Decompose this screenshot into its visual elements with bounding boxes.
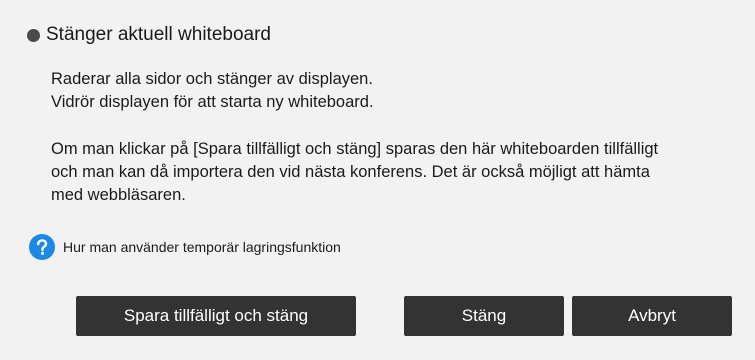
question-mark-icon[interactable] (29, 234, 55, 260)
help-link-label[interactable]: Hur man använder temporär lagringsfunkti… (63, 239, 341, 255)
description-paragraph-1: Raderar alla sidor och stänger av displa… (51, 68, 374, 114)
temporary-storage-help-link[interactable]: Hur man använder temporär lagringsfunkti… (29, 234, 341, 260)
dialog-title: Stänger aktuell whiteboard (46, 24, 271, 45)
description-line: och man kan då importera den vid nästa k… (51, 163, 650, 181)
save-temporarily-and-close-button[interactable]: Spara tillfälligt och stäng (76, 296, 356, 336)
description-paragraph-2: Om man klickar på [Spara tillfälligt och… (51, 138, 658, 207)
cancel-button[interactable]: Avbryt (572, 296, 732, 336)
close-button[interactable]: Stäng (404, 296, 564, 336)
close-whiteboard-dialog: Stänger aktuell whiteboard Raderar alla … (0, 0, 755, 360)
description-line: Vidrör displayen för att starta ny white… (51, 93, 374, 111)
dialog-header: Stänger aktuell whiteboard (27, 24, 271, 46)
description-line: Om man klickar på [Spara tillfälligt och… (51, 140, 659, 158)
description-line: Raderar alla sidor och stänger av displa… (51, 70, 373, 88)
bullet-icon (27, 28, 40, 42)
description-line: med webbläsaren. (51, 186, 186, 204)
